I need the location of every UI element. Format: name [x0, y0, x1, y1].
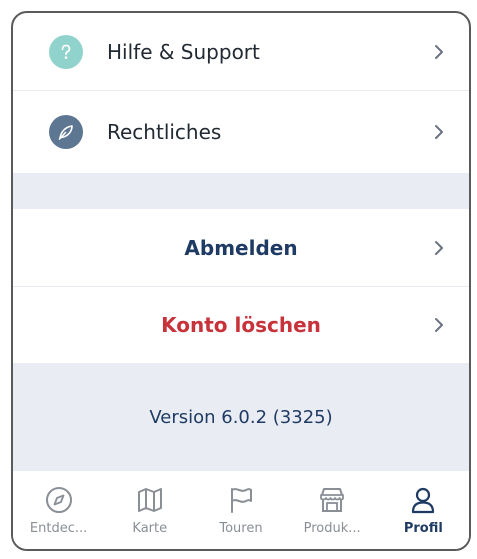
section-divider — [13, 173, 469, 209]
legal-label: Rechtliches — [107, 120, 222, 144]
logout-button[interactable]: Abmelden — [13, 209, 469, 287]
feather-icon — [49, 115, 83, 149]
tab-tours[interactable]: Touren — [201, 485, 281, 536]
tab-tours-label: Touren — [219, 521, 263, 536]
version-text: Version 6.0.2 (3325) — [149, 406, 333, 428]
menu-item-help-support[interactable]: Hilfe & Support — [13, 13, 469, 91]
tab-map[interactable]: Karte — [110, 485, 190, 536]
tab-products-label: Produk... — [303, 521, 361, 536]
delete-account-button[interactable]: Konto löschen — [13, 287, 469, 363]
tab-discover-label: Entdec... — [29, 521, 88, 536]
menu-item-legal[interactable]: Rechtliches — [13, 91, 469, 173]
bottom-tab-bar: Entdec... Karte Touren Produk... Profil — [13, 471, 469, 549]
chevron-right-icon — [435, 44, 443, 59]
store-icon — [320, 488, 345, 512]
flag-icon — [230, 488, 252, 513]
chevron-right-icon — [435, 125, 443, 139]
phone-screen: Hilfe & Support Rechtliches Abmelden Kon… — [11, 11, 471, 551]
map-icon — [137, 488, 162, 512]
tab-profile[interactable]: Profil — [383, 485, 463, 536]
delete-account-label: Konto löschen — [161, 313, 321, 337]
chevron-right-icon — [435, 240, 443, 255]
person-icon — [412, 487, 435, 514]
logout-label: Abmelden — [184, 235, 298, 260]
chevron-right-icon — [435, 318, 443, 332]
help-support-label: Hilfe & Support — [107, 39, 260, 64]
compass-icon — [45, 487, 72, 513]
tab-profile-label: Profil — [403, 521, 443, 536]
version-section: Version 6.0.2 (3325) — [13, 363, 469, 471]
help-icon — [49, 34, 83, 69]
tab-products[interactable]: Produk... — [292, 485, 372, 536]
tab-discover[interactable]: Entdec... — [19, 485, 99, 536]
tab-map-label: Karte — [132, 521, 168, 536]
